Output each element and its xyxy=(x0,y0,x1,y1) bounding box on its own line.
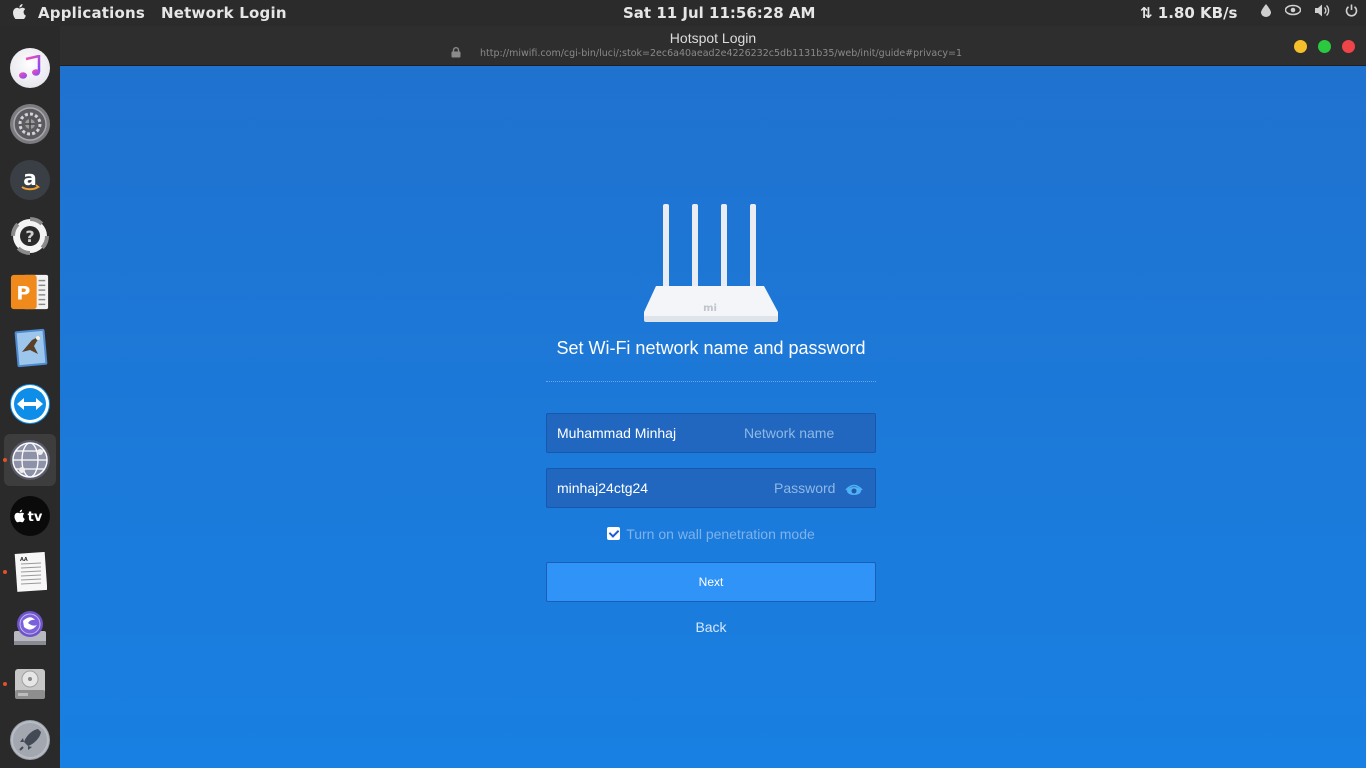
presentation-app-icon[interactable]: P xyxy=(10,272,50,312)
system-tray xyxy=(1261,4,1358,21)
volume-icon[interactable] xyxy=(1315,4,1331,21)
teamviewer-icon[interactable] xyxy=(10,384,50,424)
window-title: Hotspot Login xyxy=(669,30,757,46)
password-placeholder: Password xyxy=(774,480,836,496)
apple-tv-icon[interactable]: tv xyxy=(10,496,50,536)
disk-utility-icon[interactable] xyxy=(10,608,50,648)
apple-logo-icon[interactable] xyxy=(0,3,38,23)
hotspot-page: mi Set Wi-Fi network name and password M… xyxy=(60,66,1366,768)
wall-penetration-checkbox[interactable] xyxy=(607,527,621,540)
system-preferences-icon[interactable] xyxy=(10,104,50,144)
text-document-icon[interactable]: AA xyxy=(10,552,50,592)
network-name-value[interactable]: Muhammad Minhaj xyxy=(557,425,676,441)
wall-penetration-option[interactable]: Turn on wall penetration mode xyxy=(546,526,876,542)
password-field[interactable]: minhaj24ctg24 Password xyxy=(546,468,876,508)
network-name-placeholder: Network name xyxy=(744,425,835,441)
top-panel: Applications Network Login Sat 11 Jul 11… xyxy=(0,0,1366,26)
network-name-field[interactable]: Muhammad Minhaj Network name xyxy=(546,413,876,453)
launchpad-rocket-icon[interactable] xyxy=(10,720,50,760)
window-titlebar[interactable]: Hotspot Login http://miwifi.com/cgi-bin/… xyxy=(60,26,1366,66)
eye-icon[interactable] xyxy=(1284,4,1302,21)
clock[interactable]: Sat 11 Jul 11:56:28 AM xyxy=(623,4,815,22)
menu-network-login[interactable]: Network Login xyxy=(161,4,287,22)
itunes-icon[interactable] xyxy=(10,48,50,88)
next-button[interactable]: Next xyxy=(546,562,876,602)
preview-eagle-icon[interactable] xyxy=(10,328,50,368)
close-button[interactable] xyxy=(1342,40,1355,53)
minimize-button[interactable] xyxy=(1294,40,1307,53)
page-heading: Set Wi-Fi network name and password xyxy=(556,338,866,358)
hard-drive-icon[interactable] xyxy=(10,664,50,704)
heading-divider xyxy=(546,381,876,382)
wall-penetration-label[interactable]: Turn on wall penetration mode xyxy=(626,526,815,542)
router-logo: mi xyxy=(703,303,717,314)
show-password-eye-icon[interactable] xyxy=(845,482,863,496)
network-globe-icon[interactable] xyxy=(10,440,50,480)
back-link[interactable]: Back xyxy=(546,619,876,635)
maximize-button[interactable] xyxy=(1318,40,1331,53)
menu-applications[interactable]: Applications xyxy=(38,4,145,22)
svg-text:P: P xyxy=(16,283,30,305)
svg-text:a: a xyxy=(23,166,37,190)
svg-text:tv: tv xyxy=(28,510,43,525)
drop-icon[interactable] xyxy=(1261,4,1271,21)
network-speed-indicator[interactable]: ⇅ 1.80 KB/s xyxy=(1140,4,1238,22)
password-value[interactable]: minhaj24ctg24 xyxy=(557,480,648,496)
lock-icon xyxy=(451,47,461,58)
help-lifebuoy-icon[interactable]: ? xyxy=(10,216,50,256)
power-icon[interactable] xyxy=(1345,4,1358,21)
amazon-icon[interactable]: a xyxy=(10,160,50,200)
running-indicator xyxy=(3,682,7,686)
running-indicator xyxy=(3,570,7,574)
svg-text:?: ? xyxy=(25,227,34,246)
dock: a ? P tv AA xyxy=(0,26,60,768)
svg-text:AA: AA xyxy=(20,557,28,563)
url-bar[interactable]: http://miwifi.com/cgi-bin/luci/;stok=2ec… xyxy=(480,48,962,59)
running-indicator xyxy=(3,458,7,462)
router-icon: mi xyxy=(644,204,778,322)
